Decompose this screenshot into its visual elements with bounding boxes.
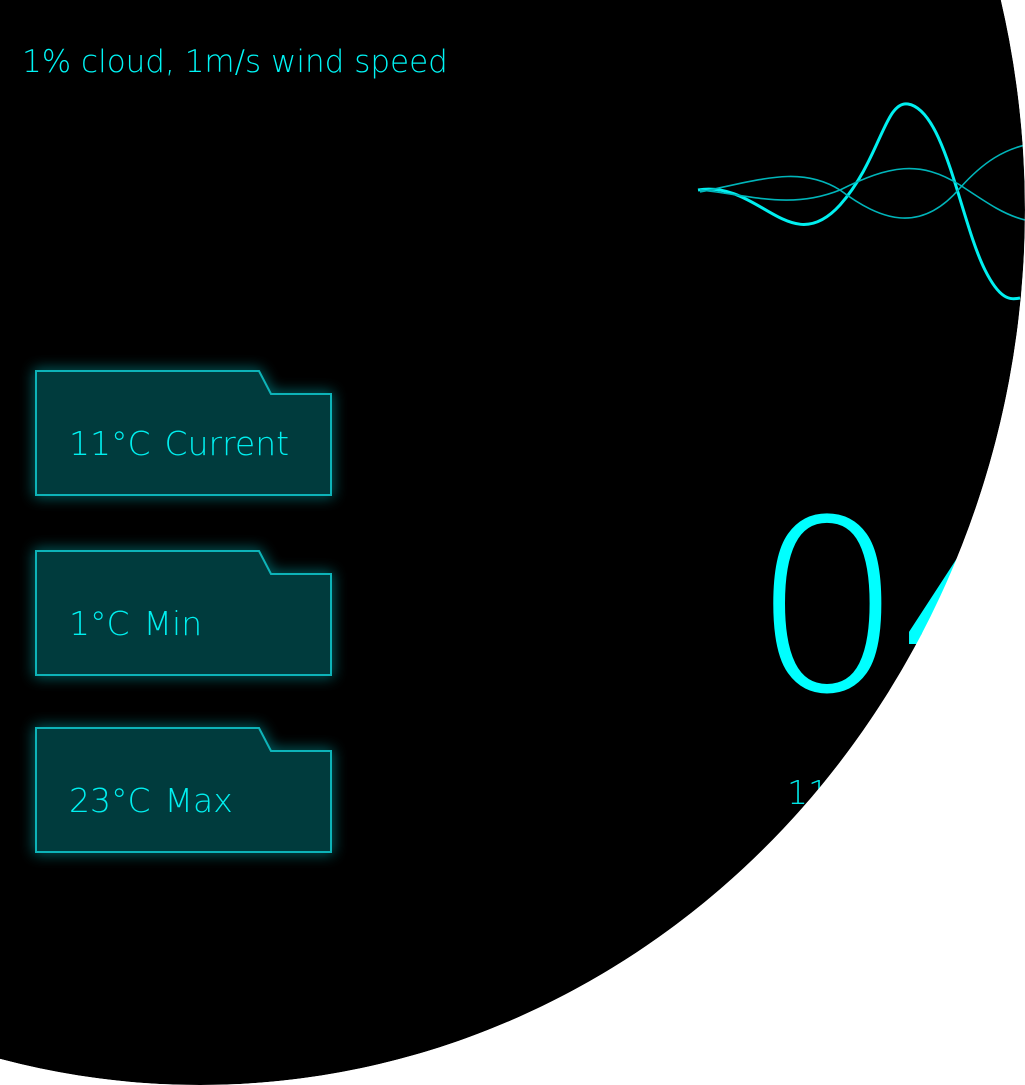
- stat-card-max: 23°C Max: [35, 727, 332, 853]
- min-temperature-value: 1°C: [69, 604, 130, 643]
- min-temperature-label: Min: [143, 604, 203, 643]
- stat-card-text: 23°C Max: [69, 781, 233, 820]
- date-label: 11/03/: [787, 773, 894, 812]
- watch-face: 1% cloud, 1m/s wind speed 11°C Current 1°…: [0, 0, 1025, 1085]
- weather-summary: 1% cloud, 1m/s wind speed: [22, 44, 448, 80]
- stat-card-text: 1°C Min: [69, 604, 202, 643]
- max-temperature-value: 23°C: [69, 781, 151, 820]
- stat-card-text: 11°C Current: [69, 424, 289, 463]
- max-temperature-label: Max: [164, 781, 233, 820]
- current-temperature-label: Current: [164, 424, 290, 463]
- clock-hours: 04: [752, 470, 1025, 747]
- stat-card-current: 11°C Current: [35, 370, 332, 496]
- stat-card-min: 1°C Min: [35, 550, 332, 676]
- current-temperature-value: 11°C: [69, 424, 151, 463]
